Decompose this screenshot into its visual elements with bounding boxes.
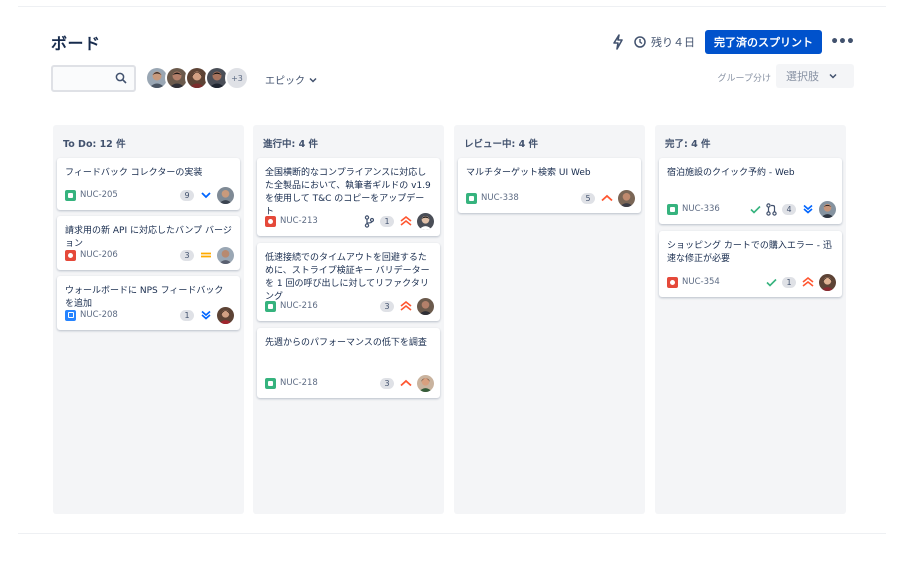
complete-sprint-button[interactable]: 完了済のスプリント [705,30,822,54]
column-in-progress: 進行中: 4 件 全国横断的なコンプライアンスに対応した全製品において、執筆者ギ… [253,125,444,514]
column-header: 完了: 4 件 [665,139,711,150]
column-header: 進行中: 4 件 [263,139,319,150]
priority-medium-icon [199,248,213,262]
issue-key: NUC-216 [280,301,318,311]
more-actions-button[interactable]: ••• [830,30,855,54]
assignee-avatar[interactable] [618,189,635,207]
issue-key: NUC-208 [80,310,118,320]
assignee-avatar[interactable] [417,212,434,230]
issue-card[interactable]: フィードバック コレクターの実装 NUC-205 9 [57,158,240,210]
issue-card[interactable]: 先週からのパフォーマンスの低下を調査 NUC-218 3 [257,328,440,398]
issue-summary: ショッピング カートでの購入エラー - 迅速な修正が必要 [667,241,832,264]
bug-type-icon [65,249,76,261]
bug-type-icon [265,215,276,227]
story-type-icon [265,377,276,389]
estimate-badge: 3 [380,300,394,312]
story-type-icon [667,203,678,215]
epic-filter-label: エピック [265,76,305,87]
column-header: レビュー中: 4 件 [464,139,539,150]
assignee-avatar[interactable] [417,297,434,315]
priority-high-icon [399,376,413,390]
estimate-badge: 9 [180,189,194,201]
issue-key: NUC-206 [80,250,118,260]
issue-summary: 先週からのパフォーマンスの低下を調査 [265,338,427,348]
top-divider [18,6,886,7]
column-done: 完了: 4 件 宿泊施設のクイック予約 - Web NUC-336 4 ショッピ… [655,125,846,514]
estimate-badge: 1 [782,276,796,288]
issue-key: NUC-218 [280,378,318,388]
column-in-review: レビュー中: 4 件 マルチターゲット検索 UI Web NUC-338 5 [454,125,645,514]
assignee-avatar[interactable] [819,273,836,291]
estimate-badge: 1 [180,309,194,321]
assignee-avatar[interactable] [819,200,836,218]
priority-highest-icon [801,275,815,289]
issue-card[interactable]: マルチターゲット検索 UI Web NUC-338 5 [458,158,641,213]
group-by-value: 選択肢 [786,70,819,83]
column-todo: To Do: 12 件 フィードバック コレクターの実装 NUC-205 9 請… [53,125,244,514]
priority-lowest-icon [199,308,213,322]
done-check-icon [765,275,777,289]
issue-card[interactable]: 請求用の新 API に対応したバンプ バージョン NUC-206 3 [57,216,240,270]
sprint-time-remaining: 残り４日 [634,34,695,50]
automation-bolt-icon[interactable] [610,33,626,51]
issue-summary: 宿泊施設のクイック予約 - Web [667,168,795,178]
story-type-icon [265,300,276,312]
task-type-icon [65,309,76,321]
priority-high-icon [600,191,614,205]
more-avatars-badge[interactable]: +3 [225,66,249,90]
issue-summary: 全国横断的なコンプライアンスに対応した全製品において、執筆者ギルドの v1.9 … [265,168,431,217]
branch-icon [363,214,375,228]
sprint-actions: 残り４日 完了済のスプリント ••• [610,30,855,54]
issue-card[interactable]: ショッピング カートでの購入エラー - 迅速な修正が必要 NUC-354 1 [659,231,842,297]
issue-summary: フィードバック コレクターの実装 [65,168,203,178]
priority-lowest-icon [801,202,815,216]
epic-filter-dropdown[interactable]: エピック [265,72,317,87]
issue-key: NUC-205 [80,190,118,200]
pull-request-icon [765,202,777,216]
story-type-icon [65,189,76,201]
group-by-select[interactable]: 選択肢 [776,64,854,88]
priority-highest-icon [399,214,413,228]
assignee-avatar[interactable] [217,306,234,324]
column-header: To Do: 12 件 [63,139,126,150]
estimate-badge: 5 [581,192,595,204]
issue-card[interactable]: 全国横断的なコンプライアンスに対応した全製品において、執筆者ギルドの v1.9 … [257,158,440,236]
issue-card[interactable]: ウォールボードに NPS フィードバックを追加 NUC-208 1 [57,276,240,330]
chevron-down-icon [829,73,837,79]
estimate-badge: 3 [380,377,394,389]
assignee-avatar[interactable] [217,186,234,204]
search-input[interactable] [51,65,136,92]
assignee-avatar[interactable] [417,374,434,392]
estimate-badge: 4 [782,203,796,215]
issue-card[interactable]: 低速接続でのタイムアウトを回避するために、ストライプ検証キー バリデーターを 1… [257,243,440,321]
days-remaining-text: 残り４日 [651,36,695,49]
estimate-badge: 1 [380,215,394,227]
story-type-icon [466,192,477,204]
issue-summary: 低速接続でのタイムアウトを回避するために、ストライプ検証キー バリデーターを 1… [265,253,430,302]
search-icon [115,72,127,84]
issue-key: NUC-213 [280,216,318,226]
chevron-down-icon [309,77,317,83]
assignee-filter: +3 [145,66,249,90]
issue-key: NUC-354 [682,277,720,287]
clock-icon [634,36,646,48]
bottom-divider [18,533,886,534]
estimate-badge: 3 [180,249,194,261]
group-by-label: グループ分け [717,74,771,84]
issue-key: NUC-336 [682,204,720,214]
priority-highest-icon [399,299,413,313]
priority-low-icon [199,188,213,202]
bug-type-icon [667,276,678,288]
issue-card[interactable]: 宿泊施設のクイック予約 - Web NUC-336 4 [659,158,842,224]
issue-key: NUC-338 [481,193,519,203]
page-title: ボード [51,34,101,53]
done-check-icon [749,202,761,216]
assignee-avatar[interactable] [217,246,234,264]
issue-summary: マルチターゲット検索 UI Web [466,168,591,178]
